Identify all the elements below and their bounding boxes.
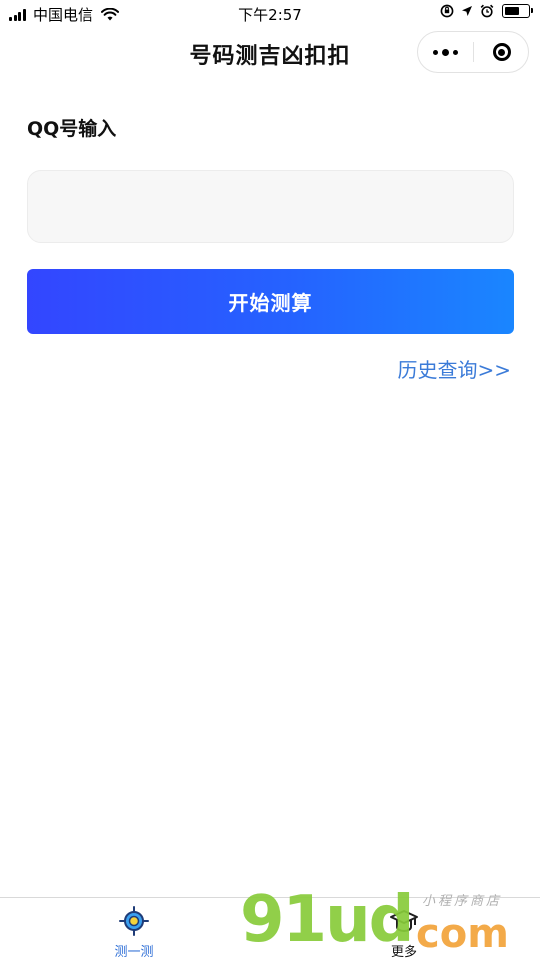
nav-bar: 号码测吉凶扣扣 — [0, 28, 540, 80]
tab-measure-label: 测一测 — [114, 945, 154, 960]
tab-measure[interactable]: 测一测 — [94, 906, 174, 960]
battery-icon — [502, 4, 533, 18]
qq-input-label: QQ号输入 — [27, 118, 117, 140]
close-target-icon[interactable] — [474, 32, 529, 72]
app-screen: 中国电信 下午2:57 号码测吉凶扣扣 QQ号输入 开始测算 历史查询>> 测一… — [0, 0, 540, 960]
history-query-link[interactable]: 历史查询>> — [397, 354, 511, 383]
more-dots-icon[interactable] — [418, 32, 473, 72]
tab-more-label: 更多 — [390, 945, 417, 960]
status-bar: 中国电信 下午2:57 — [0, 0, 540, 28]
qq-number-input[interactable] — [27, 170, 514, 243]
alarm-icon — [480, 4, 494, 18]
graduation-cap-icon — [389, 906, 419, 936]
start-calculation-button[interactable]: 开始测算 — [27, 269, 514, 334]
status-right — [433, 4, 533, 18]
tab-more[interactable]: 更多 — [364, 906, 444, 960]
target-icon — [119, 906, 149, 936]
tab-bar: 测一测 更多 — [0, 897, 540, 960]
orientation-lock-icon — [440, 4, 454, 18]
location-icon — [462, 6, 472, 16]
mini-program-capsule — [417, 31, 529, 73]
